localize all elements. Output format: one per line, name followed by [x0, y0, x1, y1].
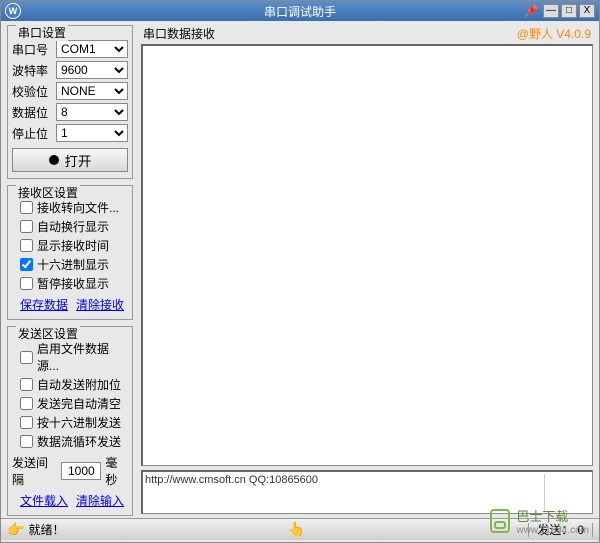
titlebar: W 串口调试助手 📌 — □ X: [1, 1, 599, 21]
auto-wrap-label: 自动换行显示: [37, 218, 109, 235]
auto-clear-checkbox[interactable]: [20, 397, 33, 410]
open-port-button[interactable]: 打开: [12, 148, 128, 172]
loop-send-label: 数据流循环发送: [37, 433, 121, 450]
load-file-link[interactable]: 文件载入: [20, 492, 68, 509]
loop-send-checkbox[interactable]: [20, 435, 33, 448]
receive-textarea[interactable]: [141, 44, 593, 466]
close-button[interactable]: X: [579, 4, 595, 18]
receive-title: 串口数据接收: [143, 25, 215, 42]
databits-select[interactable]: 8: [56, 103, 128, 121]
hex-display-checkbox[interactable]: [20, 258, 33, 271]
auto-wrap-checkbox[interactable]: [20, 220, 33, 233]
hex-send-label: 按十六进制发送: [37, 414, 121, 431]
right-panel: 串口数据接收 @野人 V4.0.9 http://www.cmsoft.cn Q…: [139, 21, 599, 518]
pause-receive-checkbox[interactable]: [20, 277, 33, 290]
stopbits-select[interactable]: 1: [56, 124, 128, 142]
baud-select[interactable]: 9600: [56, 61, 128, 79]
window-title: 串口调试助手: [264, 3, 336, 20]
watermark-icon: [490, 509, 510, 533]
stopbits-label: 停止位: [12, 125, 52, 142]
watermark: 巴士下载 www.11684.com: [490, 506, 589, 536]
file-source-label: 启用文件数据源...: [37, 340, 128, 374]
app-icon: W: [5, 3, 21, 19]
port-label: 串口号: [12, 41, 52, 58]
receive-to-file-label: 接收转向文件...: [37, 199, 119, 216]
open-button-label: 打开: [65, 151, 92, 170]
pin-icon[interactable]: 📌: [523, 4, 539, 18]
receive-settings-group: 接收区设置 接收转向文件... 自动换行显示 显示接收时间 十六进制显示 暂停接…: [7, 185, 133, 320]
send-text-content: http://www.cmsoft.cn QQ:10865600: [145, 474, 544, 511]
pause-receive-label: 暂停接收显示: [37, 275, 109, 292]
show-time-label: 显示接收时间: [37, 237, 109, 254]
databits-label: 数据位: [12, 104, 52, 121]
send-settings-group: 发送区设置 启用文件数据源... 自动发送附加位 发送完自动清空 按十六进制发送…: [7, 326, 133, 516]
watermark-text: 巴士下载: [516, 506, 589, 525]
receive-header: 串口数据接收 @野人 V4.0.9: [141, 25, 593, 42]
auto-clear-label: 发送完自动清空: [37, 395, 121, 412]
interval-input[interactable]: [61, 462, 101, 480]
auto-append-label: 自动发送附加位: [37, 376, 121, 393]
show-time-checkbox[interactable]: [20, 239, 33, 252]
watermark-url: www.11684.com: [516, 525, 589, 536]
interval-unit: 毫秒: [105, 454, 128, 488]
ready-label: 就绪！: [28, 521, 64, 538]
version-label: @野人 V4.0.9: [517, 25, 591, 42]
minimize-button[interactable]: —: [543, 4, 559, 18]
interval-label: 发送间隔: [12, 454, 57, 488]
maximize-button[interactable]: □: [561, 4, 577, 18]
parity-label: 校验位: [12, 83, 52, 100]
serial-settings-title: 串口设置: [16, 24, 68, 41]
parity-select[interactable]: NONE: [56, 82, 128, 100]
ready-icon: 👉: [7, 521, 24, 538]
left-panel: 串口设置 串口号 COM1 波特率 9600 校验位 NONE: [1, 21, 139, 518]
save-data-link[interactable]: 保存数据: [20, 296, 68, 313]
serial-settings-group: 串口设置 串口号 COM1 波特率 9600 校验位 NONE: [7, 25, 133, 179]
clear-receive-link[interactable]: 清除接收: [76, 296, 124, 313]
receive-settings-title: 接收区设置: [16, 184, 80, 201]
send-settings-title: 发送区设置: [16, 325, 80, 342]
clear-input-link[interactable]: 清除输入: [76, 492, 124, 509]
baud-label: 波特率: [12, 62, 52, 79]
port-select[interactable]: COM1: [56, 40, 128, 58]
file-source-checkbox[interactable]: [20, 351, 33, 364]
hex-display-label: 十六进制显示: [37, 256, 109, 273]
app-window: W 串口调试助手 📌 — □ X 串口设置 串口号 COM1 波特率 9600: [0, 0, 600, 543]
receive-to-file-checkbox[interactable]: [20, 201, 33, 214]
auto-append-checkbox[interactable]: [20, 378, 33, 391]
status-dot-icon: [49, 155, 59, 165]
main-area: 串口设置 串口号 COM1 波特率 9600 校验位 NONE: [1, 21, 599, 518]
hand-icon: 👆: [288, 521, 305, 538]
hex-send-checkbox[interactable]: [20, 416, 33, 429]
